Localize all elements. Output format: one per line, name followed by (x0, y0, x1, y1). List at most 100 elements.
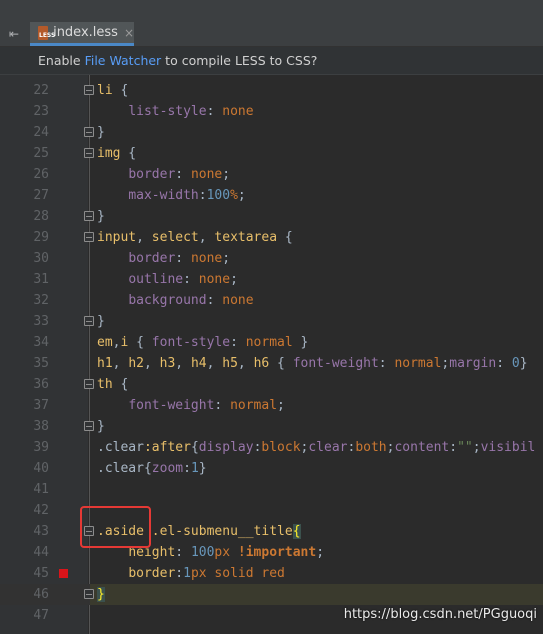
code-text: } (97, 416, 105, 437)
tab-index-less[interactable]: LESS index.less × (30, 22, 134, 46)
code-token: .clear (97, 461, 144, 476)
code-token: ; (237, 188, 246, 203)
code-line[interactable]: 46} (0, 584, 543, 605)
code-line[interactable]: 45 border:1px solid red (0, 563, 543, 584)
fold-toggle-icon[interactable] (84, 316, 94, 326)
code-text: .clear{zoom:1} (97, 458, 207, 479)
code-line[interactable]: 41 (0, 479, 543, 500)
code-token: { (190, 440, 199, 455)
code-text: outline: none; (97, 269, 238, 290)
code-token: background (128, 293, 207, 308)
code-token: "" (457, 440, 473, 455)
fold-toggle-icon[interactable] (84, 379, 94, 389)
fold-toggle-icon[interactable] (84, 85, 94, 95)
code-line[interactable]: 30 border: none; (0, 248, 543, 269)
code-token: list-style (128, 104, 207, 119)
code-line[interactable]: 25 img { (0, 143, 543, 164)
code-text: } (97, 206, 105, 227)
code-token: both (355, 440, 387, 455)
code-token: font-weight (128, 398, 215, 413)
line-number: 42 (33, 503, 49, 518)
line-number: 35 (33, 356, 49, 371)
code-text: em,i { font-style: normal } (97, 332, 308, 353)
breakpoint-marker[interactable] (59, 569, 68, 578)
code-text: img { (97, 143, 136, 164)
fold-toggle-icon[interactable] (84, 148, 94, 158)
code-token: ; (277, 398, 285, 413)
close-tab-icon[interactable]: × (124, 26, 134, 40)
line-number: 43 (33, 524, 49, 539)
line-number: 36 (33, 377, 49, 392)
code-token: 1 (190, 461, 199, 476)
editor-tab-strip: ⇤ LESS index.less × (0, 22, 543, 47)
code-token: border (128, 251, 176, 266)
code-line[interactable]: 24} (0, 122, 543, 143)
code-token: :after (143, 440, 191, 455)
current-line-highlight (90, 584, 543, 605)
fold-toggle-icon[interactable] (84, 421, 94, 431)
code-token: h5 (222, 356, 238, 371)
code-line[interactable]: 40 .clear{zoom:1} (0, 458, 543, 479)
code-line[interactable]: 27 max-width:100%; (0, 185, 543, 206)
line-number: 30 (33, 251, 49, 266)
code-token: : (198, 188, 207, 203)
code-token: none (222, 293, 254, 308)
fold-toggle-icon[interactable] (84, 232, 94, 242)
code-token: , (237, 356, 254, 371)
code-token: !important (237, 545, 317, 560)
code-text: li { (97, 80, 128, 101)
code-text: h1, h2, h3, h4, h5, h6 { font-weight: no… (97, 353, 528, 374)
code-line[interactable]: 22 li { (0, 80, 543, 101)
code-line[interactable]: 31 outline: none; (0, 269, 543, 290)
fold-toggle-icon[interactable] (84, 589, 94, 599)
code-token: .el-submenu__title (151, 524, 293, 539)
code-token: none (198, 272, 231, 287)
code-token: : (230, 335, 246, 350)
code-text: max-width:100%; (97, 185, 246, 206)
code-token: h1 (97, 356, 113, 371)
line-number: 41 (33, 482, 49, 497)
code-token: { (120, 146, 137, 161)
code-text: border:1px solid red (97, 563, 285, 584)
code-line[interactable]: 35 h1, h2, h3, h4, h5, h6 { font-weight: … (0, 353, 543, 374)
code-token: img (97, 146, 121, 161)
line-number: 25 (33, 146, 49, 161)
code-token: } (97, 419, 105, 434)
line-number: 45 (33, 566, 49, 581)
fold-toggle-icon[interactable] (84, 211, 94, 221)
code-line[interactable]: 23 list-style: none (0, 101, 543, 122)
line-number: 24 (33, 125, 49, 140)
line-number: 32 (33, 293, 49, 308)
collapse-panel-icon[interactable]: ⇤ (6, 26, 22, 42)
code-token: ; (472, 440, 481, 455)
code-line[interactable]: 26 border: none; (0, 164, 543, 185)
code-token: ; (230, 272, 238, 287)
code-line[interactable]: 39 .clear:after{display:block;clear:both;… (0, 437, 543, 458)
code-line[interactable]: 38} (0, 416, 543, 437)
code-text: } (97, 122, 105, 143)
code-token: { (292, 524, 301, 539)
fold-toggle-icon[interactable] (84, 127, 94, 137)
code-token: input (97, 230, 137, 245)
code-token: none (190, 167, 223, 182)
code-text: } (97, 584, 105, 605)
code-line[interactable]: 28} (0, 206, 543, 227)
code-line[interactable]: 34 em,i { font-style: normal } (0, 332, 543, 353)
code-token: : (206, 293, 223, 308)
code-line[interactable]: 36 th { (0, 374, 543, 395)
code-token: } (292, 335, 309, 350)
code-line[interactable]: 33} (0, 311, 543, 332)
code-line[interactable]: 37 font-weight: normal; (0, 395, 543, 416)
code-token: } (97, 314, 105, 329)
code-token: } (519, 356, 528, 371)
code-line[interactable]: 29 input, select, textarea { (0, 227, 543, 248)
file-watcher-link[interactable]: File Watcher (85, 53, 162, 68)
line-number: 23 (33, 104, 49, 119)
code-token: px solid red (190, 566, 285, 581)
code-token: normal (230, 398, 278, 413)
code-line[interactable]: 32 background: none (0, 290, 543, 311)
tab-title: index.less (53, 25, 118, 40)
